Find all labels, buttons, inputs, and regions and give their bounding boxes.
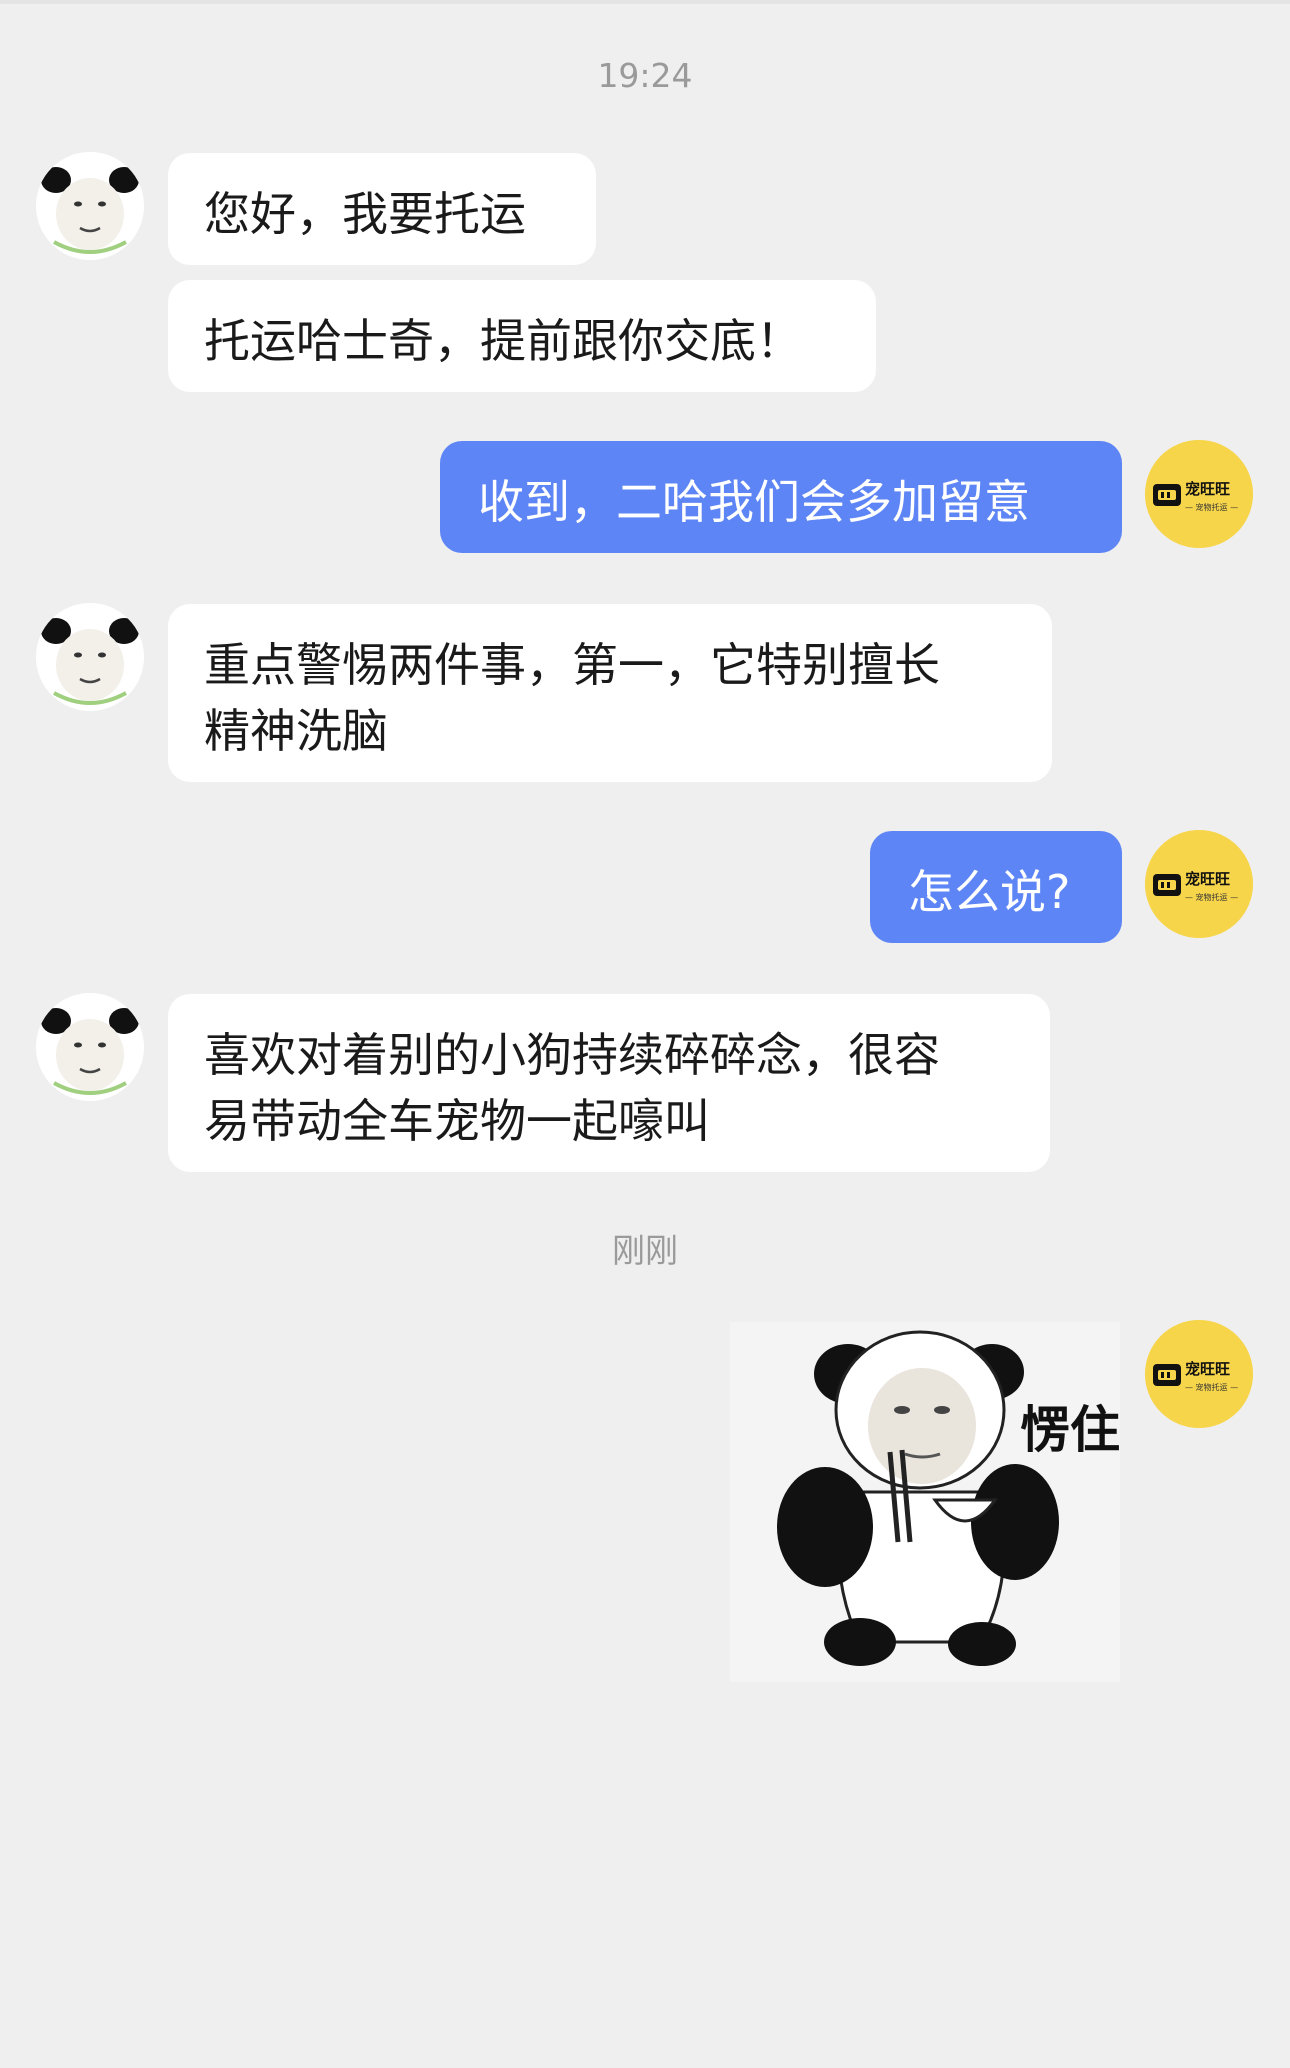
panda-face-icon bbox=[36, 152, 144, 260]
svg-text:宠旺旺: 宠旺旺 bbox=[1185, 870, 1230, 888]
brand-avatar[interactable]: 宠旺旺 — 宠物托运 — bbox=[1145, 1320, 1253, 1428]
brand-avatar[interactable]: 宠旺旺 — 宠物托运 — bbox=[1145, 440, 1253, 548]
incoming-message-bubble[interactable]: 喜欢对着别的小狗持续碎碎念，很容 易带动全车宠物一起嚎叫 bbox=[168, 994, 1050, 1172]
chat-timestamp: 19:24 bbox=[597, 56, 693, 95]
panda-meme-sticker-icon bbox=[777, 1330, 1059, 1666]
chat-timestamp: 刚刚 bbox=[612, 1231, 678, 1270]
svg-text:宠旺旺: 宠旺旺 bbox=[1185, 480, 1230, 498]
outgoing-message-bubble[interactable]: 收到，二哈我们会多加留意 bbox=[440, 441, 1122, 553]
sender-avatar[interactable] bbox=[36, 152, 144, 260]
panda-face-icon bbox=[36, 603, 144, 711]
sticker-caption: 愣住 bbox=[1020, 1401, 1120, 1459]
incoming-message-bubble[interactable]: 重点警惕两件事，第一，它特别擅长 精神洗脑 bbox=[168, 604, 1052, 782]
sender-avatar[interactable] bbox=[36, 993, 144, 1101]
outgoing-message-bubble[interactable]: 怎么说? bbox=[870, 831, 1122, 943]
brand-avatar[interactable]: 宠旺旺 — 宠物托运 — bbox=[1145, 830, 1253, 938]
panda-face-icon bbox=[36, 993, 144, 1101]
top-divider bbox=[0, 0, 1290, 4]
pet-shipping-logo-icon: 宠旺旺 — 宠物托运 — bbox=[1145, 440, 1253, 548]
svg-text:— 宠物托运 —: — 宠物托运 — bbox=[1185, 502, 1238, 512]
svg-text:— 宠物托运 —: — 宠物托运 — bbox=[1185, 1382, 1238, 1392]
sender-avatar[interactable] bbox=[36, 603, 144, 711]
svg-text:— 宠物托运 —: — 宠物托运 — bbox=[1185, 892, 1238, 902]
incoming-message-bubble[interactable]: 您好，我要托运 bbox=[168, 153, 596, 265]
sticker-image[interactable] bbox=[730, 1322, 1120, 1682]
pet-shipping-logo-icon: 宠旺旺 — 宠物托运 — bbox=[1145, 830, 1253, 938]
svg-text:宠旺旺: 宠旺旺 bbox=[1185, 1360, 1230, 1378]
incoming-message-bubble[interactable]: 托运哈士奇，提前跟你交底！ bbox=[168, 280, 876, 392]
pet-shipping-logo-icon: 宠旺旺 — 宠物托运 — bbox=[1145, 1320, 1253, 1428]
